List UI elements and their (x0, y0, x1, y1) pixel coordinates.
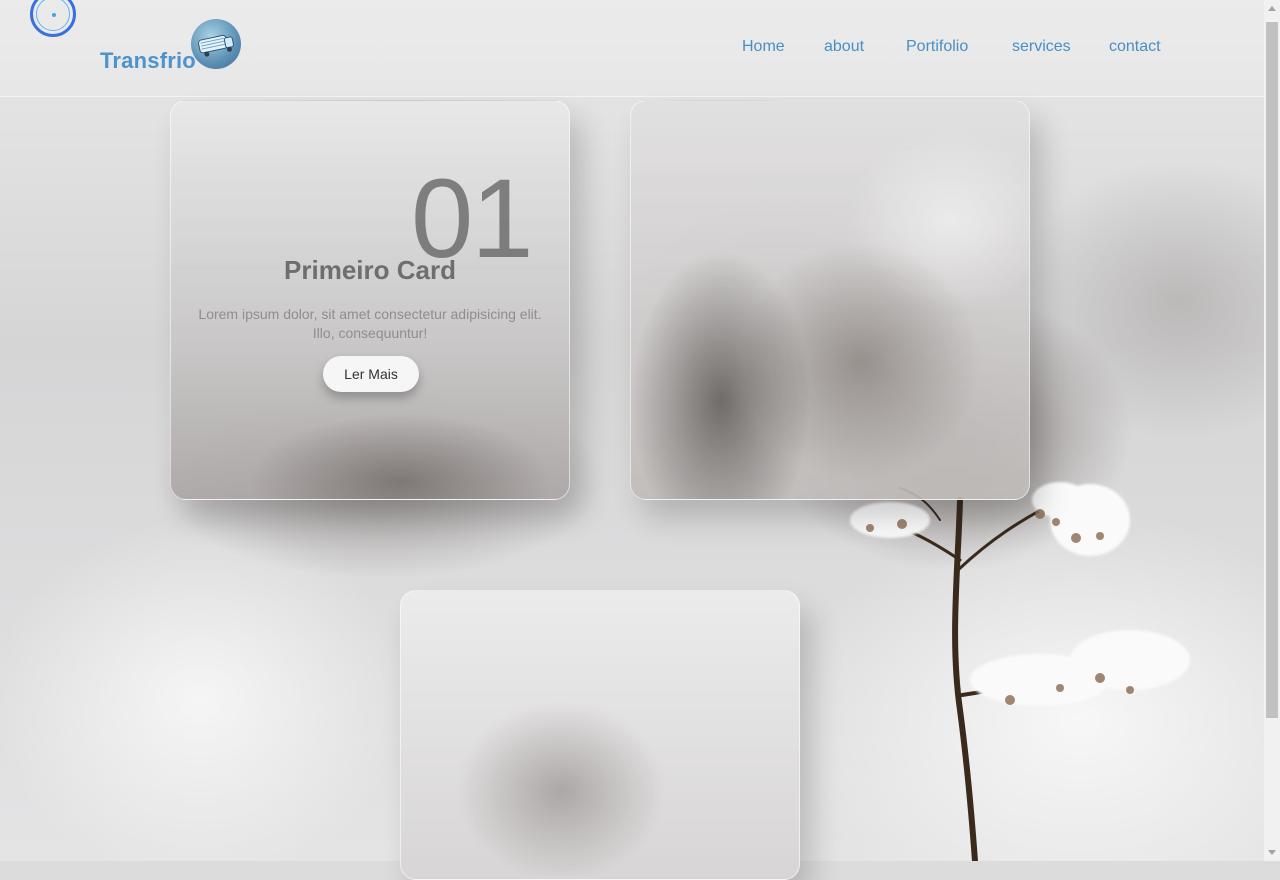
nav-link-about[interactable]: about (824, 38, 864, 56)
nav-link-home[interactable]: Home (742, 38, 785, 56)
brand-name[interactable]: Transfrio (100, 48, 196, 74)
read-more-button[interactable]: Ler Mais (323, 356, 419, 392)
scroll-thumb[interactable] (1266, 22, 1278, 718)
site-header: Transfrio Home about Portifolio services… (0, 0, 1264, 97)
nav-link-contact[interactable]: contact (1109, 38, 1161, 56)
center-dot (52, 13, 56, 17)
scroll-down-arrow-icon[interactable] (1268, 850, 1276, 855)
truck-logo-icon[interactable] (191, 19, 241, 69)
vertical-scrollbar[interactable] (1264, 0, 1280, 861)
nav-link-portfolio[interactable]: Portifolio (906, 38, 968, 56)
card-primeiro: 01 Primeiro Card Lorem ipsum dolor, sit … (170, 100, 570, 500)
snowy-plant-branch (850, 482, 1190, 861)
card-description: Lorem ipsum dolor, sit amet consectetur … (198, 306, 542, 341)
nav-link-services[interactable]: services (1012, 38, 1071, 56)
card-second (630, 100, 1030, 500)
scroll-up-arrow-icon[interactable] (1268, 6, 1276, 11)
truck-logo-graphic (197, 34, 235, 57)
card-third (400, 590, 800, 880)
circle-target-icon[interactable] (30, 0, 76, 37)
card-title: Primeiro Card (284, 255, 456, 285)
